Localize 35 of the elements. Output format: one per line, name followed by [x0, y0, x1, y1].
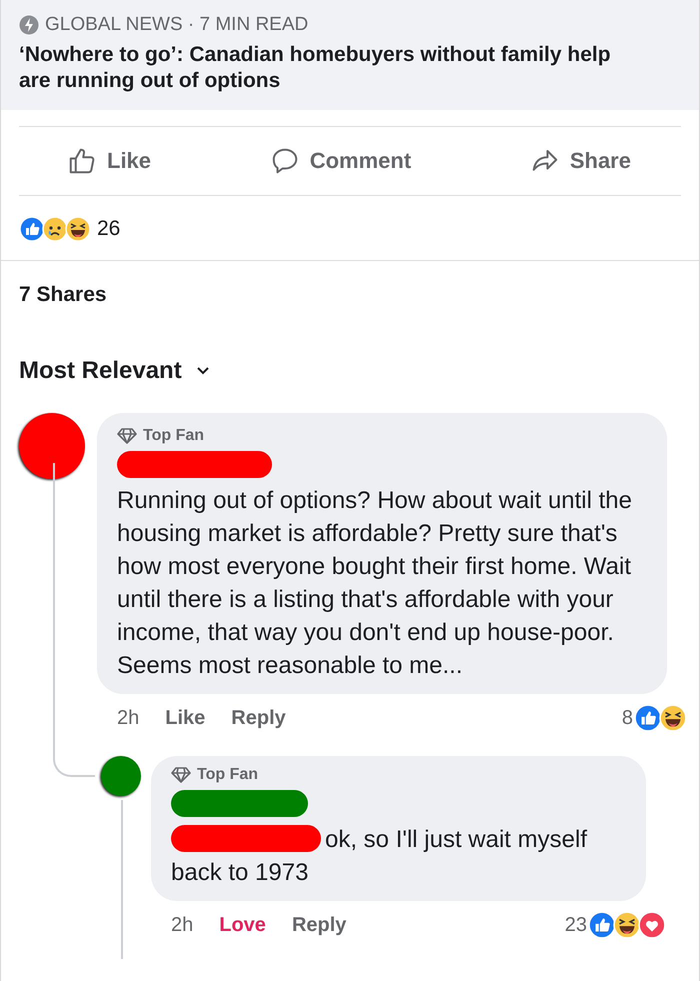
heart-reaction-icon: [638, 911, 666, 939]
comment-time: 2h: [171, 914, 194, 936]
comment-time: 2h: [117, 706, 140, 730]
chevron-down-icon[interactable]: [196, 366, 210, 376]
diamond-icon: [171, 767, 191, 783]
reaction-count[interactable]: 26: [97, 217, 120, 241]
reaction-link[interactable]: Like: [165, 706, 206, 730]
like-button[interactable]: Like: [67, 146, 152, 176]
comment-text: ok, so I'll just wait myself back to 1973: [171, 826, 587, 886]
top-fan-label: Top Fan: [197, 766, 258, 784]
laughing-reaction-icon: [659, 704, 687, 732]
like-reaction-icon: [588, 911, 616, 939]
share-button[interactable]: Share: [530, 146, 631, 176]
avatar[interactable]: [101, 756, 141, 796]
like-reaction-icon: [634, 704, 662, 732]
like-reaction-icon: [19, 216, 45, 242]
diamond-icon: [117, 428, 137, 444]
laughing-reaction-icon: [613, 911, 641, 939]
comment-text: Running out of options? How about wait until the housing market is affordable? Pretty sure that's how most everyone bought their first home. Wait until there is a listing that's affordable with your income, that way you don't end up house-poor. Seems most reasonable to me...: [117, 487, 632, 679]
reaction-count: 8: [622, 706, 633, 730]
sad-reaction-icon: [42, 216, 68, 242]
avatar[interactable]: [19, 413, 85, 479]
top-fan-label: Top Fan: [143, 427, 204, 445]
comment-button[interactable]: Comment: [270, 146, 412, 176]
laughing-reaction-icon: [65, 216, 91, 242]
article-title[interactable]: ‘Nowhere to go’: Canadian homebuyers without family help are running out of options: [19, 42, 619, 94]
reaction-count: 23: [564, 914, 587, 936]
reaction-link[interactable]: Love: [219, 914, 266, 936]
article-source: GLOBAL NEWS · 7 MIN READ: [45, 14, 308, 36]
sort-dropdown[interactable]: Most Relevant: [19, 357, 182, 385]
reply-link[interactable]: Reply: [231, 706, 286, 730]
lightning-icon: [19, 15, 39, 35]
shares-count[interactable]: 7 Shares: [1, 261, 699, 307]
thumbs-up-icon: [67, 146, 97, 176]
reply-link[interactable]: Reply: [292, 914, 346, 936]
